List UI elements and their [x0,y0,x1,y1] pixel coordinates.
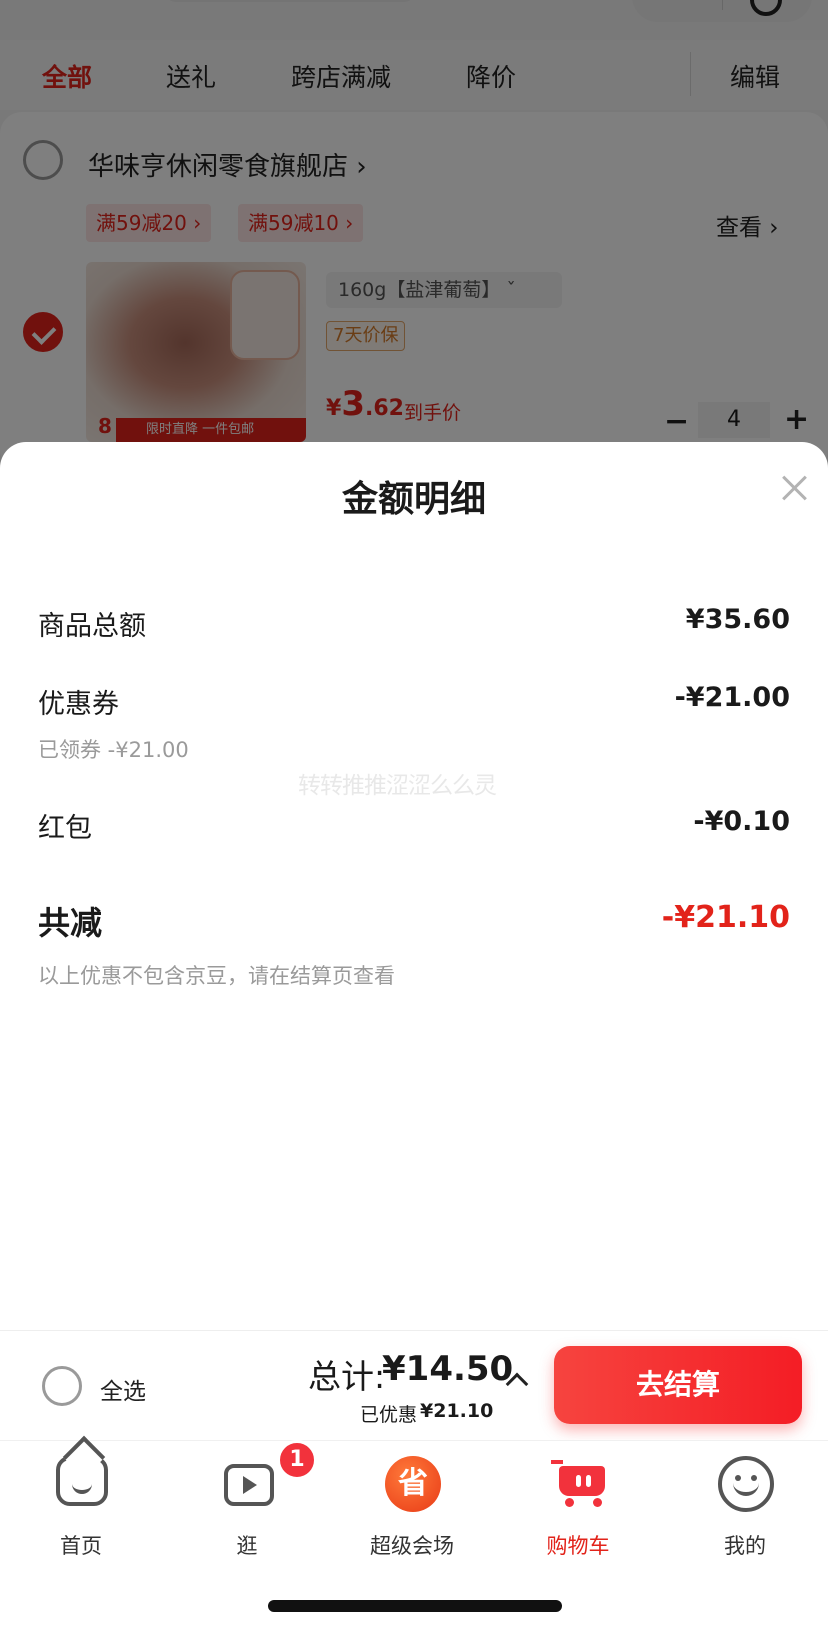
nav-browse-label: 逛 [236,1534,258,1558]
notification-badge: 1 [277,1440,317,1480]
red-packet-label: 红包 [38,813,92,844]
profile-smile [733,1482,759,1496]
sum-label: 总计: [308,1357,386,1396]
home-icon [56,1456,108,1506]
nav-cart-label: 购物车 [546,1534,610,1558]
nav-super-venue[interactable]: 省 超级会场 [347,1444,477,1558]
sheet-title: 金额明细 [341,479,486,520]
select-all-checkbox[interactable] [42,1366,82,1406]
video-icon [224,1464,274,1506]
coupon-label: 优惠券 [38,689,119,720]
discount-note: 以上优惠不包含京豆，请在结算页查看 [38,964,395,988]
nav-profile-label: 我的 [724,1534,766,1558]
saved-label: 已优惠 [360,1404,418,1426]
red-packet-value: -¥0.10 [693,806,790,837]
profile-icon [718,1456,774,1512]
nav-home-label: 首页 [60,1534,102,1558]
home-indicator [268,1600,562,1612]
cart-wheel-right [593,1498,602,1507]
nav-cart[interactable]: 购物车 [513,1444,643,1558]
super-venue-icon: 省 [385,1456,441,1512]
goods-total-label: 商品总额 [38,611,146,642]
coupon-detail: 已领券 -¥21.00 [38,738,189,762]
sum-value: ¥14.50 [382,1349,514,1389]
total-discount-value: -¥21.10 [661,900,790,935]
watermark: 转转推推涩涩么么灵 [298,773,497,799]
nav-super-venue-label: 超级会场 [370,1534,454,1558]
nav-profile[interactable]: 我的 [680,1444,810,1558]
close-icon[interactable] [778,472,810,504]
goods-total-value: ¥35.60 [685,604,790,635]
select-all-label[interactable]: 全选 [100,1372,146,1406]
saved-value: ¥21.10 [420,1400,494,1422]
checkout-button[interactable]: 去结算 [554,1346,802,1424]
cart-wheel-left [565,1498,574,1507]
coupon-value: -¥21.00 [674,682,790,713]
cart-icon [551,1458,607,1507]
cart-basket [559,1466,605,1496]
nav-home[interactable]: 首页 [16,1444,146,1558]
nav-browse[interactable]: 1 逛 [182,1440,317,1558]
total-discount-label: 共减 [38,904,103,942]
